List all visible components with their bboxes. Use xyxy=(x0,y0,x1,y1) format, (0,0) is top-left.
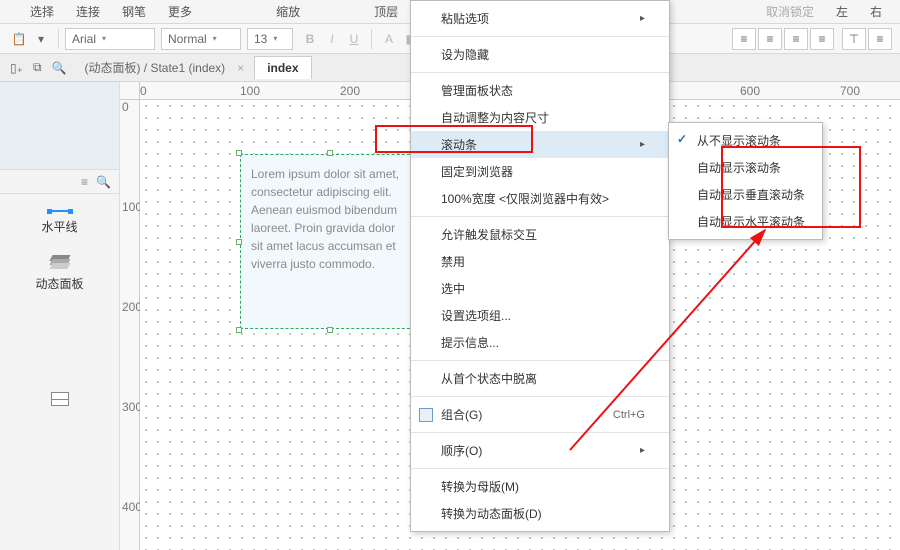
dynamic-panel-icon xyxy=(51,255,69,269)
ctx-allow-trigger[interactable]: 允许触发鼠标交互 xyxy=(411,221,669,248)
horizontal-line-icon xyxy=(49,210,71,212)
ctx-paste-options[interactable]: 粘贴选项▸ xyxy=(411,5,669,32)
italic-icon[interactable]: I xyxy=(321,28,343,50)
submenu-never-show[interactable]: ✓从不显示滚动条 xyxy=(669,127,822,154)
menu-cancel-lock[interactable]: 取消锁定 xyxy=(766,3,814,20)
font-size-select[interactable]: 13▾ xyxy=(247,28,293,50)
font-family-select[interactable]: Arial▾ xyxy=(65,28,155,50)
tab-index[interactable]: index xyxy=(254,56,311,79)
panel-search-icon[interactable]: 🔍 xyxy=(96,175,111,189)
menu-connect[interactable]: 连接 xyxy=(76,3,100,20)
ctx-order[interactable]: 顺序(O)▸ xyxy=(411,437,669,464)
submenu-auto-show[interactable]: 自动显示滚动条 xyxy=(669,154,822,181)
check-icon: ✓ xyxy=(677,132,687,146)
valign-top-icon[interactable]: ⊤ xyxy=(842,28,866,50)
widget-label: 水平线 xyxy=(41,218,77,235)
underline-icon[interactable]: U xyxy=(343,28,365,50)
ctx-tooltip[interactable]: 提示信息... xyxy=(411,329,669,356)
menu-more[interactable]: 更多 xyxy=(168,3,192,20)
submenu-auto-vertical[interactable]: 自动显示垂直滚动条 xyxy=(669,181,822,208)
font-weight-select[interactable]: Normal▾ xyxy=(161,28,241,50)
menu-zoom[interactable]: 缩放 xyxy=(276,3,300,20)
ctx-break-first[interactable]: 从首个状态中脱离 xyxy=(411,365,669,392)
valign-middle-icon[interactable]: ≡ xyxy=(868,28,892,50)
ctx-set-group[interactable]: 设置选项组... xyxy=(411,302,669,329)
ctx-group[interactable]: 组合(G)Ctrl+G xyxy=(411,401,669,428)
close-crumb-icon[interactable]: × xyxy=(237,61,244,75)
ctx-auto-fit[interactable]: 自动调整为内容尺寸 xyxy=(411,104,669,131)
widget-horizontal-line[interactable]: 水平线 xyxy=(0,200,119,245)
widget-label: 动态面板 xyxy=(35,275,83,292)
context-menu: 粘贴选项▸ 设为隐藏 管理面板状态 自动调整为内容尺寸 滚动条▸ 固定到浏览器 … xyxy=(410,0,670,532)
text-color-icon[interactable]: A xyxy=(378,28,400,50)
menu-align-right[interactable]: 右 xyxy=(870,3,882,20)
ctx-to-master[interactable]: 转换为母版(M) xyxy=(411,473,669,500)
duplicate-icon[interactable]: ⧉ xyxy=(33,60,42,75)
widget-dynamic-panel[interactable]: 动态面板 xyxy=(0,245,119,302)
ctx-pin-browser[interactable]: 固定到浏览器 xyxy=(411,158,669,185)
ruler-vertical: 0 100 200 300 400 xyxy=(120,100,140,550)
selected-dynamic-panel-widget[interactable]: Lorem ipsum dolor sit amet, consectetur … xyxy=(240,154,420,329)
placeholder-icon xyxy=(51,392,69,406)
new-page-icon[interactable]: ▯₊ xyxy=(10,61,23,75)
submenu-auto-horizontal[interactable]: 自动显示水平滚动条 xyxy=(669,208,822,235)
outline-panel xyxy=(0,82,119,170)
ctx-full-width[interactable]: 100%宽度 <仅限浏览器中有效> xyxy=(411,185,669,212)
ctx-scrollbar[interactable]: 滚动条▸ xyxy=(411,131,669,158)
align-center-icon[interactable]: ≡ xyxy=(758,28,782,50)
menu-top[interactable]: 顶层 xyxy=(374,3,398,20)
widget-placeholder[interactable] xyxy=(0,382,119,416)
clipboard-icon[interactable]: 📋 xyxy=(8,28,30,50)
align-justify-icon[interactable]: ≡ xyxy=(810,28,834,50)
ctx-set-hidden[interactable]: 设为隐藏 xyxy=(411,41,669,68)
breadcrumb[interactable]: (动态面板) / State1 (index) xyxy=(76,59,233,76)
panel-menu-icon[interactable]: ≡ xyxy=(81,175,88,189)
menu-pen[interactable]: 钢笔 xyxy=(122,3,146,20)
widget-library-panel: ≡ 🔍 水平线 动态面板 xyxy=(0,82,120,550)
menu-align-left[interactable]: 左 xyxy=(836,3,848,20)
paste-dropdown-icon[interactable]: ▾ xyxy=(30,28,52,50)
ruler-corner xyxy=(120,82,140,100)
align-right-icon[interactable]: ≡ xyxy=(784,28,808,50)
ctx-disable[interactable]: 禁用 xyxy=(411,248,669,275)
scrollbar-submenu: ✓从不显示滚动条 自动显示滚动条 自动显示垂直滚动条 自动显示水平滚动条 xyxy=(668,122,823,240)
ctx-selected[interactable]: 选中 xyxy=(411,275,669,302)
ctx-to-dynamic-panel[interactable]: 转换为动态面板(D) xyxy=(411,500,669,527)
group-icon xyxy=(419,408,433,422)
align-left-icon[interactable]: ≡ xyxy=(732,28,756,50)
search-icon[interactable]: 🔍 xyxy=(52,61,67,75)
menu-select[interactable]: 选择 xyxy=(30,3,54,20)
bold-icon[interactable]: B xyxy=(299,28,321,50)
ctx-manage-states[interactable]: 管理面板状态 xyxy=(411,77,669,104)
